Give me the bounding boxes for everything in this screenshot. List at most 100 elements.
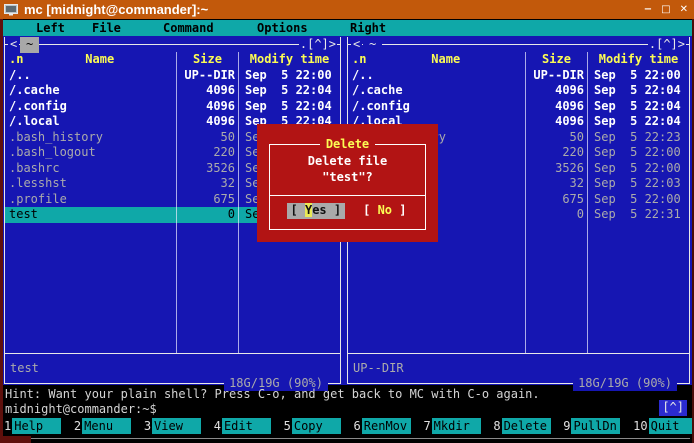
file-size: 4096 (176, 99, 238, 115)
menu-left[interactable]: Left (36, 20, 65, 36)
file-size: 4096 (525, 83, 587, 99)
fnkey-9[interactable]: 9PullDn (562, 418, 632, 434)
disk-usage: 18G/19G (90%) (573, 376, 677, 392)
window-resize-corner[interactable] (3, 436, 31, 443)
file-size: 0 (525, 207, 587, 223)
fnkey-label: RenMov (362, 418, 411, 434)
file-name: .bash_history (5, 130, 176, 146)
fnkey-number: 7 (422, 418, 431, 434)
file-time: Sep 5 22:04 (238, 83, 340, 99)
panel-options-icon[interactable]: .[^]> (648, 37, 686, 53)
file-size: 50 (525, 130, 587, 146)
close-icon[interactable]: ✕ (680, 2, 688, 18)
fnkey-8[interactable]: 8Delete (492, 418, 562, 434)
sort-name-header[interactable]: .nName (5, 52, 176, 68)
file-time: Sep 5 22:03 (587, 176, 689, 192)
file-row[interactable]: /..UP--DIRSep 5 22:00 (348, 68, 689, 84)
file-size: 4096 (525, 99, 587, 115)
empty-rows (348, 223, 689, 354)
fnkey-number: 1 (3, 418, 12, 434)
file-row[interactable]: /.cache4096Sep 5 22:04 (348, 83, 689, 99)
file-name: /.. (348, 68, 525, 84)
file-name: /.local (5, 114, 176, 130)
current-directory[interactable]: ~ (363, 37, 382, 53)
file-time: Sep 5 22:04 (587, 99, 689, 115)
fnkey-number: 8 (492, 418, 501, 434)
file-size: UP--DIR (525, 68, 587, 84)
file-row[interactable]: /.config4096Sep 5 22:04 (5, 99, 340, 115)
file-size: 32 (525, 176, 587, 192)
fnkey-4[interactable]: 4Edit (213, 418, 283, 434)
file-row[interactable]: /.cache4096Sep 5 22:04 (5, 83, 340, 99)
menu-right[interactable]: Right (350, 20, 386, 36)
file-row[interactable]: /.config4096Sep 5 22:04 (348, 99, 689, 115)
filler-cell (238, 223, 340, 354)
menu-file[interactable]: File (92, 20, 121, 36)
fnkey-1[interactable]: 1Help (3, 418, 73, 434)
file-time: Sep 5 22:00 (587, 161, 689, 177)
panel-options-icon[interactable]: .[^]> (299, 37, 337, 53)
file-name: /.config (5, 99, 176, 115)
shell-prompt[interactable]: midnight@commander:~$ (5, 402, 157, 418)
no-button[interactable]: [ No ] (361, 203, 408, 219)
mini-status: UP--DIR (353, 361, 404, 377)
file-name: .bash_logout (5, 145, 176, 161)
filler-cell (348, 223, 525, 354)
minimize-icon[interactable]: − (644, 2, 652, 18)
mini-status: test (10, 361, 39, 377)
panel-top-border (5, 44, 340, 45)
fnkey-label: Copy (292, 418, 341, 434)
sort-time-header[interactable]: Modify time (587, 52, 689, 68)
fnkey-label: Menu (82, 418, 131, 434)
file-row[interactable]: /..UP--DIRSep 5 22:00 (5, 68, 340, 84)
fnkey-number: 6 (353, 418, 362, 434)
fnkey-2[interactable]: 2Menu (73, 418, 143, 434)
sort-name-header[interactable]: .nName (348, 52, 525, 68)
filler-cell (176, 223, 238, 354)
history-back-icon[interactable]: < (351, 37, 362, 53)
column-headers: .nName Size Modify time (348, 52, 689, 68)
sort-size-header[interactable]: Size (176, 52, 238, 68)
window-title: mc [midnight@commander]:~ (24, 0, 208, 19)
fnkey-10[interactable]: 10Quit (632, 418, 692, 434)
current-directory[interactable]: ~ (20, 37, 39, 53)
file-name: test (5, 207, 176, 223)
delete-dialog: Delete Delete file "test"? [ Yes ] [ No … (257, 124, 438, 242)
fnkey-number: 2 (73, 418, 82, 434)
empty-rows (5, 223, 340, 354)
menu-command[interactable]: Command (163, 20, 214, 36)
function-key-bar: 1Help2Menu3View4Edit5Copy6RenMov7Mkdir8D… (3, 418, 692, 434)
column-headers: .nName Size Modify time (5, 52, 340, 68)
hint-line: Hint: Want your plain shell? Press C-o, … (5, 387, 540, 403)
file-size: 4096 (176, 83, 238, 99)
fnkey-3[interactable]: 3View (143, 418, 213, 434)
fnkey-label: View (152, 418, 201, 434)
sort-size-header[interactable]: Size (525, 52, 587, 68)
file-size: 220 (525, 145, 587, 161)
scroll-up-indicator[interactable]: [^] (659, 400, 687, 416)
filler-cell (587, 223, 689, 354)
fnkey-7[interactable]: 7Mkdir (422, 418, 492, 434)
sort-time-header[interactable]: Modify time (238, 52, 340, 68)
yes-button[interactable]: [ Yes ] (287, 203, 346, 219)
history-back-icon[interactable]: < (8, 37, 19, 53)
file-size: 220 (176, 145, 238, 161)
window-bottom-edge (31, 438, 690, 439)
fnkey-label: Mkdir (432, 418, 481, 434)
panel-top-border (348, 44, 689, 45)
fnkey-5[interactable]: 5Copy (283, 418, 353, 434)
file-name: /.. (5, 68, 176, 84)
dialog-message-line2: "test"? (257, 170, 438, 186)
file-size: 4096 (176, 114, 238, 130)
file-name: .lesshst (5, 176, 176, 192)
maximize-icon[interactable]: □ (661, 2, 670, 18)
fnkey-6[interactable]: 6RenMov (353, 418, 423, 434)
file-time: Sep 5 22:31 (587, 207, 689, 223)
file-time: Sep 5 22:00 (587, 192, 689, 208)
fnkey-label: Delete (502, 418, 551, 434)
file-time: Sep 5 22:00 (587, 145, 689, 161)
fnkey-label: PullDn (571, 418, 620, 434)
dialog-separator (270, 195, 425, 196)
dialog-message-line1: Delete file (257, 154, 438, 170)
menu-options[interactable]: Options (257, 20, 308, 36)
